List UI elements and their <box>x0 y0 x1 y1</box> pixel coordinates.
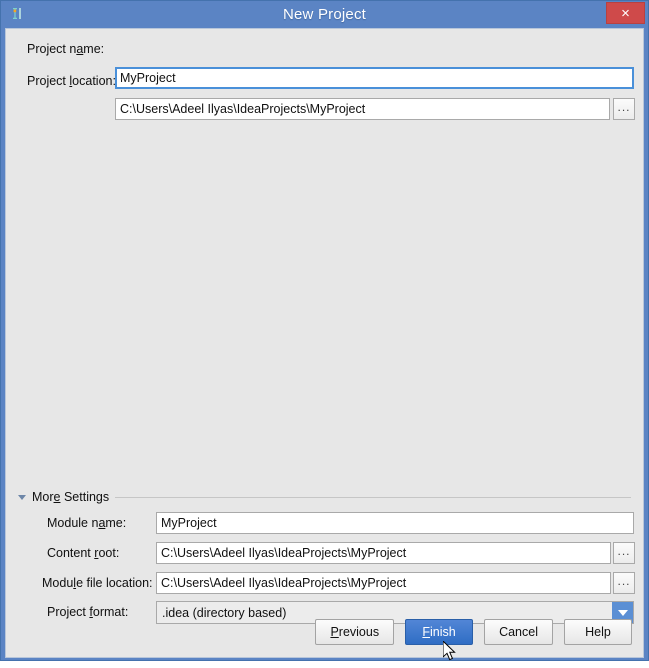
content-root-input[interactable]: C:\Users\Adeel Ilyas\IdeaProjects\MyProj… <box>156 542 611 564</box>
project-location-input[interactable]: C:\Users\Adeel Ilyas\IdeaProjects\MyProj… <box>115 98 610 120</box>
project-name-row: Project name: <box>27 42 104 56</box>
content-root-row: Content root: <box>47 546 119 560</box>
content-root-browse-button[interactable]: ... <box>613 542 635 564</box>
content-root-label: Content root: <box>47 546 120 560</box>
project-name-label: Project name: <box>27 42 105 56</box>
close-button[interactable]: × <box>606 2 645 24</box>
module-file-location-input[interactable]: C:\Users\Adeel Ilyas\IdeaProjects\MyProj… <box>156 572 611 594</box>
module-file-location-browse-button[interactable]: ... <box>613 572 635 594</box>
project-location-row: Project location: <box>27 74 116 88</box>
window-title: New Project <box>282 6 367 23</box>
dialog-body: Project name: MyProject Project location… <box>5 28 644 658</box>
more-settings-label: More Settings <box>32 490 110 504</box>
help-button[interactable]: Help <box>564 619 632 645</box>
module-name-label: Module name: <box>47 516 127 530</box>
module-name-row: Module name: <box>47 516 126 530</box>
title-bar: New Project × <box>5 1 645 28</box>
project-location-label: Project location: <box>27 74 116 88</box>
chevron-down-icon <box>18 495 26 500</box>
dialog-button-bar: Previous Finish Cancel Help <box>315 619 632 645</box>
module-name-input[interactable]: MyProject <box>156 512 634 534</box>
new-project-window: New Project × Project name: MyProject Pr… <box>0 0 649 661</box>
project-format-selected-value: .idea (directory based) <box>162 605 287 620</box>
project-format-label: Project format: <box>47 605 129 619</box>
project-location-browse-button[interactable]: ... <box>613 98 635 120</box>
project-format-row: Project format: <box>47 605 128 619</box>
cancel-button[interactable]: Cancel <box>484 619 553 645</box>
module-file-location-label: Module file location: <box>42 576 153 590</box>
more-settings-toggle[interactable]: More Settings <box>18 490 631 504</box>
module-file-location-row: Module file location: <box>42 576 153 590</box>
intellij-idea-icon <box>10 5 28 23</box>
project-name-input[interactable]: MyProject <box>115 67 634 89</box>
close-icon: × <box>621 4 630 22</box>
more-settings-divider <box>115 496 631 498</box>
previous-button[interactable]: Previous <box>315 619 395 645</box>
wizard-content-area <box>6 129 643 484</box>
finish-button[interactable]: Finish <box>405 619 474 645</box>
